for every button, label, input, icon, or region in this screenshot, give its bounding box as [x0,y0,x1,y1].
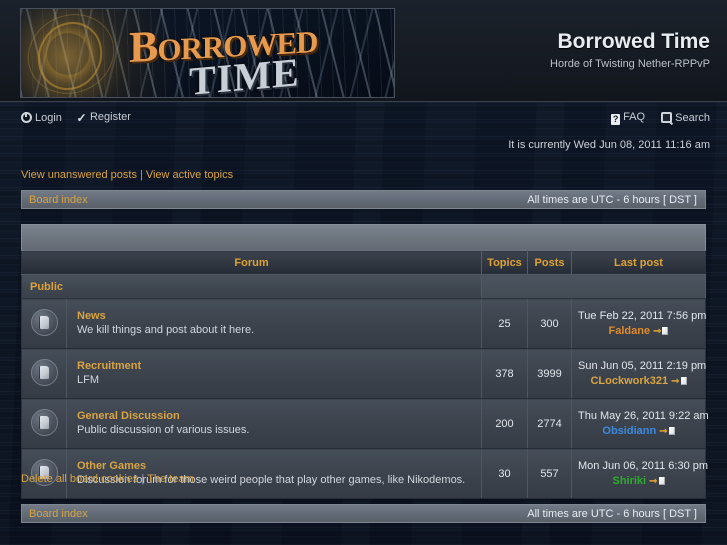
current-time-text: It is currently Wed Jun 08, 2011 11:16 a… [508,139,710,151]
category-label[interactable]: Public [21,274,482,299]
last-post-user-line: Obsidiann ➞ [578,424,699,439]
table-row[interactable]: General Discussion Public discussion of … [21,398,709,449]
goto-last-post-arrow-icon[interactable]: ➞ [649,474,657,489]
posts-count: 300 [527,298,572,349]
last-post-page-icon[interactable] [662,326,669,335]
check-icon: ✓ [76,111,87,125]
last-post-cell: Sun Jun 05, 2011 2:19 pm CLockwork321 ➞ [571,348,707,399]
last-post-user-line: CLockwork321 ➞ [578,374,699,389]
goto-last-post-arrow-icon[interactable]: ➞ [653,324,661,339]
login-label: Login [35,111,62,124]
topics-count: 378 [481,348,528,399]
power-icon [21,111,32,123]
faq-label: FAQ [623,111,646,123]
folder-icon [30,408,58,436]
site-description: Horde of Twisting Nether-RPPvP [550,58,710,70]
forum-list-panel: Forum Topics Posts Last post Public News… [21,224,709,499]
header-last-post: Last post [571,250,706,275]
last-post-page-icon[interactable] [668,426,675,435]
table-row[interactable]: News We kill things and post about it he… [21,298,707,349]
register-link[interactable]: ✓ Register [76,111,131,124]
timezone-text-top: All times are UTC - 6 hours [ DST ] [527,194,697,206]
folder-icon [30,358,58,386]
last-post-cell: Thu May 26, 2011 9:22 am Obsidiann ➞ [571,398,709,449]
breadcrumb-board-index-top[interactable]: Board index [29,194,88,206]
goto-last-post-arrow-icon[interactable]: ➞ [671,374,679,389]
forum-title-link[interactable]: General Discussion [77,410,473,422]
panel-header-blank [21,224,706,250]
last-post-username[interactable]: Obsidiann [602,425,656,437]
search-label: Search [675,112,710,124]
nav-right-group: ? FAQ Search [598,111,710,125]
site-logo-banner[interactable]: BORROWED TIME [20,8,395,98]
table-row[interactable]: Recruitment LFM 378 3999 Sun Jun 05, 201… [21,348,707,399]
last-post-cell: Mon Jun 06, 2011 6:30 pm Shiriki ➞ [571,448,709,499]
last-post-cell: Tue Feb 22, 2011 7:56 pm Faldane ➞ [571,298,707,349]
forum-icon-cell [21,398,67,449]
quick-links: View unanswered posts | View active topics [21,169,233,181]
forum-info-cell: News We kill things and post about it he… [66,298,482,349]
forum-info-cell: Recruitment LFM [66,348,482,399]
topics-count: 25 [481,298,528,349]
forum-title-link[interactable]: Other Games [77,460,473,472]
last-post-username[interactable]: Faldane [609,325,651,337]
breadcrumb-bar-bottom: Board index All times are UTC - 6 hours … [21,504,706,523]
last-post-page-icon[interactable] [680,376,687,385]
footer-links: Delete all board cookies | The team [21,473,194,485]
posts-count: 2774 [527,398,572,449]
nav-left-group: Login ✓ Register [21,111,142,124]
the-team-link[interactable]: The team [147,473,193,485]
last-post-page-icon[interactable] [658,476,665,485]
faq-link[interactable]: ? FAQ [611,111,645,125]
forum-title-link[interactable]: Recruitment [77,360,473,372]
category-row-public: Public [21,274,706,299]
goto-last-post-arrow-icon[interactable]: ➞ [659,424,667,439]
view-active-topics-link[interactable]: View active topics [146,169,233,181]
breadcrumb-board-index-bottom[interactable]: Board index [29,508,88,520]
category-spacer [481,274,706,299]
last-post-user-line: Shiriki ➞ [578,474,699,489]
last-post-user-line: Faldane ➞ [578,324,699,339]
quicklinks-separator: | [139,169,143,181]
forum-icon-cell [21,298,67,349]
table-header-row: Forum Topics Posts Last post [21,250,706,275]
forum-table-body: Public News We kill things and post abou… [21,274,709,499]
footer-separator: | [141,473,145,485]
forum-title-link[interactable]: News [77,310,473,322]
forum-page: BORROWED TIME Borrowed Time Horde of Twi… [0,0,727,545]
folder-icon [30,308,58,336]
breadcrumb-bar-top: Board index All times are UTC - 6 hours … [21,190,706,209]
logo-orb-icon [47,33,89,75]
forum-info-cell: General Discussion Public discussion of … [66,398,482,449]
header-forum: Forum [21,250,482,275]
register-label: Register [89,111,131,123]
forum-description: LFM [77,374,99,386]
delete-all-board-cookies-link[interactable]: Delete all board cookies [21,473,138,485]
forum-description: Public discussion of various issues. [77,424,250,436]
timezone-text-bottom: All times are UTC - 6 hours [ DST ] [527,508,697,520]
view-unanswered-posts-link[interactable]: View unanswered posts [21,169,137,181]
logo-word-time: TIME [189,49,300,98]
last-post-date: Mon Jun 06, 2011 6:30 pm [578,459,709,472]
forum-icon-cell [21,348,67,399]
posts-count: 557 [527,448,572,499]
last-post-username[interactable]: CLockwork321 [590,375,668,387]
last-post-date: Tue Feb 22, 2011 7:56 pm [578,309,707,322]
last-post-username[interactable]: Shiriki [612,475,646,487]
site-header: BORROWED TIME Borrowed Time Horde of Twi… [0,0,727,102]
magnifier-icon [661,112,673,123]
topics-count: 200 [481,398,528,449]
site-title: Borrowed Time [557,30,710,53]
forum-table: Forum Topics Posts Last post Public News… [21,250,709,499]
topics-count: 30 [481,448,528,499]
question-mark-icon: ? [611,114,621,125]
posts-count: 3999 [527,348,572,399]
last-post-date: Thu May 26, 2011 9:22 am [578,409,709,422]
header-posts: Posts [527,250,572,275]
search-link[interactable]: Search [661,112,710,124]
login-link[interactable]: Login [21,111,62,124]
header-topics: Topics [481,250,528,275]
forum-description: We kill things and post about it here. [77,324,255,336]
last-post-date: Sun Jun 05, 2011 2:19 pm [578,359,707,372]
